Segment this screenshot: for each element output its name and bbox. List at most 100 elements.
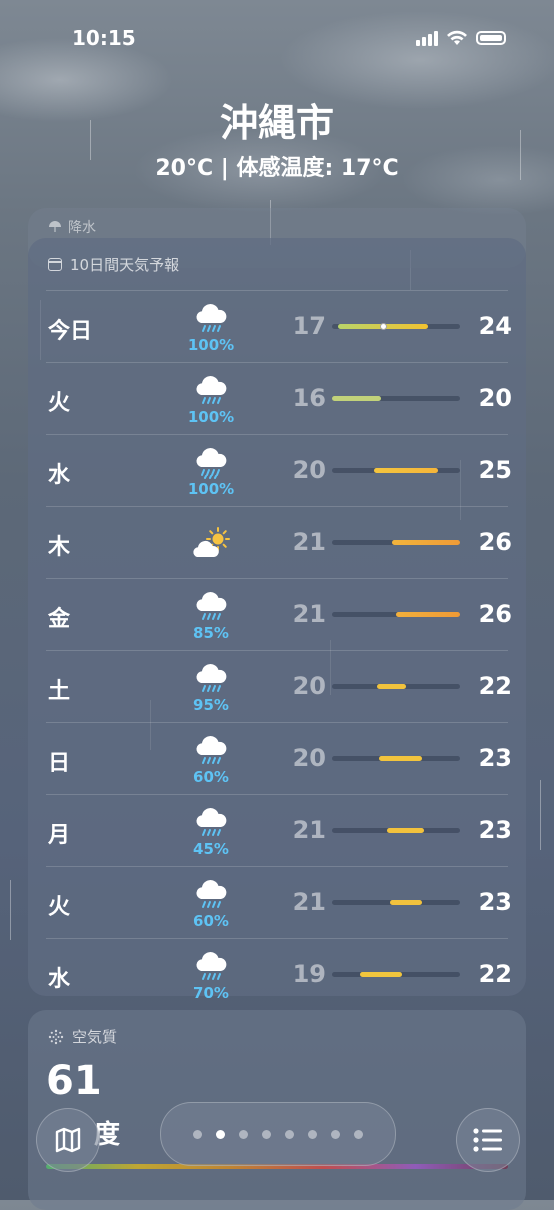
precipitation-chance: 60% (193, 768, 229, 786)
temperature-range-bar (332, 612, 460, 617)
forecast-row[interactable]: 今日 100% 17 24 (46, 290, 512, 362)
precipitation-chance: 45% (193, 840, 229, 858)
forecast-day: 日 (48, 751, 71, 776)
cloud-rain-icon (191, 733, 231, 767)
precipitation-chance: 95% (193, 696, 229, 714)
forecast-row[interactable]: 日 60% 20 23 (46, 722, 512, 794)
page-indicator[interactable] (160, 1102, 396, 1166)
signal-icon (416, 30, 438, 46)
cloud-heavy-rain-icon (191, 445, 231, 479)
forecast-day: 土 (48, 679, 71, 704)
high-temp: 20 (478, 384, 512, 412)
high-temp: 26 (478, 528, 512, 556)
page-dot[interactable] (216, 1129, 225, 1139)
forecast-day: 火 (48, 391, 71, 416)
temperature-range-fill (376, 684, 407, 689)
current-temp-marker (379, 323, 387, 330)
low-temp: 20 (292, 456, 326, 484)
battery-icon (476, 31, 506, 45)
precipitation-label: 降水 (68, 220, 96, 236)
forecast-row[interactable]: 火 60% 21 23 (46, 866, 512, 938)
forecast-day: 金 (48, 607, 71, 632)
low-temp: 21 (292, 528, 326, 556)
cloud-rain-icon (191, 373, 231, 407)
city-name: 沖縄市 (219, 101, 334, 145)
temperature-range-fill (379, 756, 422, 761)
forecast-row[interactable]: 火 100% 16 20 (46, 362, 512, 434)
low-temp: 21 (292, 888, 326, 916)
umbrella-icon (49, 221, 61, 232)
precipitation-card-label: 降水 (48, 217, 96, 237)
cloud-rain-icon (191, 301, 231, 335)
low-temp: 19 (292, 960, 326, 988)
page-dot[interactable] (285, 1129, 294, 1139)
high-temp: 23 (478, 888, 512, 916)
temperature-range-fill (332, 396, 381, 401)
forecast-row[interactable]: 土 95% 20 22 (46, 650, 512, 722)
forecast-row[interactable]: 水 100% 20 25 (46, 434, 512, 506)
temperature-range-fill (389, 900, 422, 905)
precipitation-chance: 100% (187, 336, 235, 354)
high-temp: 26 (478, 600, 512, 628)
low-temp: 16 (292, 384, 326, 412)
low-temp: 17 (292, 312, 326, 340)
map-button[interactable] (36, 1108, 100, 1172)
partly-sunny-icon (191, 527, 231, 561)
air-quality-label: 空気質 (72, 1028, 118, 1046)
precipitation-chance: 60% (193, 912, 229, 930)
temperature-range-fill (387, 828, 425, 833)
cloud-rain-icon (191, 805, 231, 839)
air-quality-header: 空気質 (48, 1026, 117, 1047)
forecast-rows: 今日 100% 17 24 火 100% 16 20 水 100% 20 25 木 21 26 金 85% 21 2… (28, 290, 526, 1010)
page-dot[interactable] (239, 1129, 248, 1139)
page-dot[interactable] (331, 1129, 340, 1139)
list-icon (473, 1128, 502, 1152)
precipitation-chance: 100% (187, 480, 235, 498)
temperature-range-bar (332, 756, 460, 761)
forecast-row[interactable]: 金 85% 21 26 (46, 578, 512, 650)
forecast-header-label: 10日間天気予報 (70, 256, 180, 274)
precipitation-chance: 85% (193, 624, 229, 642)
forecast-row[interactable]: 木 21 26 (46, 506, 512, 578)
forecast-day: 月 (48, 823, 71, 848)
temperature-range-bar (332, 828, 460, 833)
precipitation-chance: 70% (193, 984, 229, 1002)
forecast-day: 木 (48, 535, 71, 560)
air-quality-icon (48, 1029, 64, 1044)
temperature-range-bar (332, 540, 460, 545)
temperature-range-fill (360, 972, 403, 977)
cloud-rain-icon (191, 661, 231, 695)
temperature-range-fill (396, 612, 460, 617)
forecast-day: 水 (48, 967, 71, 992)
low-temp: 21 (292, 600, 326, 628)
forecast-row[interactable]: 水 70% 19 22 (46, 938, 512, 1010)
page-dot[interactable] (354, 1129, 363, 1139)
location-list-button[interactable] (456, 1108, 520, 1172)
low-temp: 21 (292, 816, 326, 844)
temperature-range-bar (332, 900, 460, 905)
high-temp: 25 (478, 456, 512, 484)
page-dot[interactable] (308, 1129, 317, 1139)
high-temp: 24 (478, 312, 512, 340)
calendar-icon (48, 258, 62, 271)
page-dot[interactable] (262, 1129, 271, 1139)
temperature-range-bar (332, 323, 460, 330)
low-temp: 20 (292, 744, 326, 772)
temperature-range-bar (332, 684, 460, 689)
high-temp: 22 (478, 960, 512, 988)
page-dot[interactable] (193, 1129, 202, 1139)
forecast-row[interactable]: 月 45% 21 23 (46, 794, 512, 866)
forecast-header: 10日間天気予報 (48, 254, 179, 275)
cloud-rain-icon (191, 877, 231, 911)
forecast-day: 水 (48, 463, 71, 488)
forecast-day: 火 (48, 895, 71, 920)
status-time: 10:15 (72, 26, 136, 50)
precipitation-chance: 100% (187, 408, 235, 426)
temperature-range-fill (374, 468, 439, 473)
ten-day-forecast-card[interactable]: 10日間天気予報 今日 100% 17 24 火 100% 16 20 水 100% 20 25 木 21… (28, 238, 526, 1002)
high-temp: 22 (478, 672, 512, 700)
status-bar: 10:15 (0, 24, 554, 54)
cloud-rain-icon (191, 949, 231, 983)
wifi-icon (447, 30, 467, 45)
low-temp: 20 (292, 672, 326, 700)
